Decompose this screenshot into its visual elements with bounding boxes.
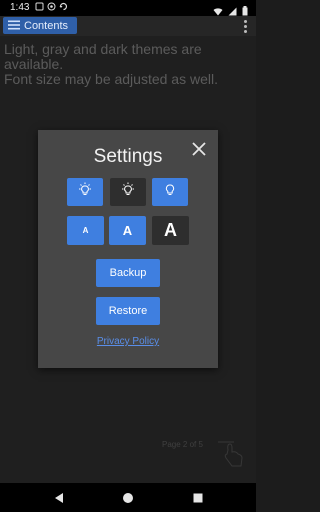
settings-dialog: Settings A A A Backup Restore Privacy Po…	[38, 130, 218, 368]
recents-icon[interactable]	[192, 491, 204, 509]
status-bar: 1:43	[0, 0, 256, 16]
font-medium-label: A	[122, 223, 133, 238]
status-time: 1:43	[10, 2, 30, 13]
privacy-policy-link[interactable]: Privacy Policy	[38, 336, 218, 347]
contents-button[interactable]: Contents	[3, 17, 77, 34]
list-icon	[8, 17, 20, 35]
system-nav-bar	[0, 483, 256, 512]
font-small-label: A	[82, 226, 89, 235]
home-icon[interactable]	[122, 491, 134, 509]
lightbulb-icon	[77, 182, 93, 203]
app-toolbar: Contents	[0, 16, 256, 36]
storage-icon	[34, 2, 44, 12]
gray-theme-button[interactable]	[152, 178, 188, 206]
dark-theme-button[interactable]	[110, 178, 146, 206]
lightbulb-icon	[162, 182, 178, 203]
sync-icon	[58, 2, 68, 12]
back-icon[interactable]	[53, 491, 65, 509]
close-icon[interactable]	[190, 140, 208, 158]
font-large-label: A	[164, 220, 177, 240]
backup-button[interactable]: Backup	[96, 259, 160, 287]
contents-label: Contents	[24, 19, 69, 32]
font-large-button[interactable]: A	[152, 216, 189, 245]
lightbulb-icon	[120, 182, 136, 203]
font-medium-button[interactable]: A	[109, 216, 146, 245]
font-small-button[interactable]: A	[67, 216, 104, 245]
overflow-menu-icon[interactable]	[240, 18, 250, 34]
light-theme-button[interactable]	[67, 178, 103, 206]
alert-icon	[46, 2, 56, 12]
restore-button[interactable]: Restore	[96, 297, 160, 325]
